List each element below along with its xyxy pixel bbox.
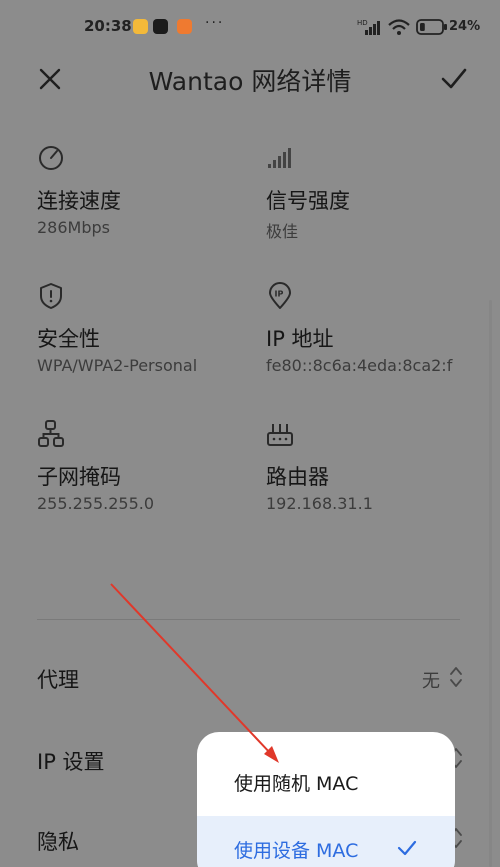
mac-option-popup: 使用随机 MAC 使用设备 MAC — [197, 732, 455, 867]
subnet-icon — [38, 420, 64, 447]
device-mac-label: 使用设备 MAC — [234, 840, 359, 862]
page-title: Wantao 网络详情 — [148, 67, 352, 96]
battery-percentage: 24% — [449, 19, 481, 34]
more-notifications-icon: ··· — [205, 15, 225, 31]
status-time: 20:38 — [84, 17, 132, 35]
confirm-check-icon[interactable] — [440, 67, 468, 91]
detail-label-subnet: 子网掩码 — [37, 465, 121, 489]
cellular-signal-icon: HD — [357, 19, 380, 35]
router-icon — [267, 424, 293, 446]
wifi-icon — [388, 19, 410, 35]
speedometer-icon — [39, 146, 63, 170]
app-notification-icon — [133, 19, 148, 34]
random-mac-option[interactable]: 使用随机 MAC — [197, 732, 455, 816]
detail-value-ip: fe80::8c6a:4eda:8ca2:f — [266, 356, 453, 375]
scrollbar[interactable] — [489, 300, 492, 867]
selected-check-icon — [397, 840, 417, 856]
detail-label-signal: 信号强度 — [266, 189, 350, 213]
detail-value-security: WPA/WPA2-Personal — [37, 356, 198, 375]
section-divider — [37, 619, 460, 620]
ip-location-icon: IP — [269, 282, 291, 309]
mi-icon — [177, 19, 192, 34]
detail-label-ip: IP 地址 — [266, 327, 334, 351]
network-type-label: HD — [357, 19, 368, 27]
device-mac-option[interactable]: 使用设备 MAC — [197, 816, 455, 867]
detail-value-signal: 极佳 — [266, 222, 299, 241]
battery-icon — [416, 19, 447, 35]
shield-icon — [40, 283, 62, 309]
detail-value-speed: 286Mbps — [37, 218, 110, 237]
svg-text:IP: IP — [275, 290, 284, 299]
tiktok-icon — [153, 19, 168, 34]
detail-value-router: 192.168.31.1 — [266, 494, 373, 513]
detail-value-subnet: 255.255.255.0 — [37, 494, 155, 513]
detail-label-security: 安全性 — [37, 327, 100, 351]
detail-label-speed: 连接速度 — [37, 189, 121, 213]
privacy-label[interactable]: 隐私 — [37, 826, 79, 856]
signal-bars-icon — [268, 148, 291, 168]
detail-label-router: 路由器 — [266, 465, 329, 489]
random-mac-label: 使用随机 MAC — [234, 773, 359, 795]
ip-settings-label[interactable]: IP 设置 — [37, 746, 105, 776]
proxy-label[interactable]: 代理 — [37, 664, 79, 694]
proxy-value[interactable]: 无 — [422, 667, 440, 693]
proxy-chevron-updown-icon[interactable] — [449, 665, 463, 689]
